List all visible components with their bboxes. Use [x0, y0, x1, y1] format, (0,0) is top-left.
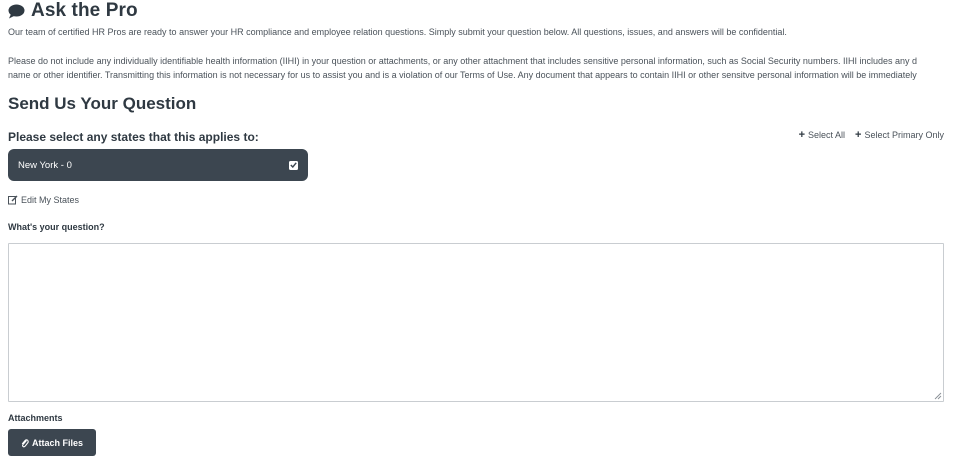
- edit-icon: [8, 195, 18, 205]
- privacy-notice-line-2: name or other identifier. Transmitting t…: [8, 70, 917, 80]
- page-title-text: Ask the Pro: [31, 0, 138, 21]
- states-label: Please select any states that this appli…: [8, 130, 259, 144]
- select-primary-only-link[interactable]: + Select Primary Only: [855, 128, 944, 141]
- paperclip-icon: [21, 438, 29, 447]
- attachments-label: Attachments: [8, 413, 63, 423]
- edit-my-states-link[interactable]: Edit My States: [8, 195, 79, 205]
- intro-text: Our team of certified HR Pros are ready …: [8, 27, 787, 37]
- resize-grip-icon[interactable]: [934, 392, 942, 400]
- plus-icon: +: [798, 128, 805, 141]
- checkbox-checked-icon[interactable]: [289, 160, 298, 170]
- select-all-link[interactable]: + Select All: [798, 128, 846, 141]
- comment-icon: [8, 4, 25, 18]
- attach-files-label: Attach Files: [31, 437, 83, 448]
- question-textarea[interactable]: [8, 243, 944, 402]
- select-all-label: Select All: [808, 130, 846, 140]
- privacy-notice-line-1: Please do not include any individually i…: [8, 56, 917, 66]
- question-label: What's your question?: [8, 222, 105, 232]
- state-option-label: New York - 0: [18, 159, 72, 171]
- privacy-notice: Please do not include any individually i…: [8, 54, 960, 82]
- attach-files-button[interactable]: Attach Files: [8, 429, 96, 456]
- edit-my-states-label: Edit My States: [21, 195, 80, 205]
- state-option-new-york[interactable]: New York - 0: [8, 149, 308, 181]
- page-title: Ask the Pro: [8, 0, 138, 22]
- plus-icon: +: [855, 128, 862, 141]
- section-heading: Send Us Your Question: [8, 94, 197, 113]
- select-primary-only-label: Select Primary Only: [864, 130, 944, 140]
- state-select-actions: + Select All + Select Primary Only: [798, 128, 944, 141]
